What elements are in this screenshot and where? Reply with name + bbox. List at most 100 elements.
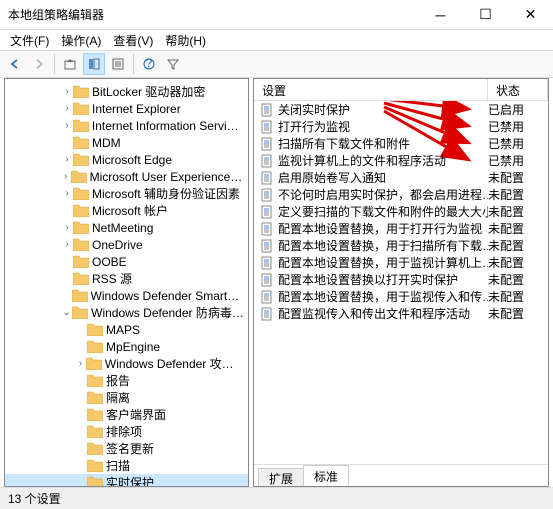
tree-item-label: 扫描 (106, 457, 130, 474)
tree-item[interactable]: › NetMeeting (5, 219, 248, 236)
tree-item[interactable]: MDM (5, 134, 248, 151)
tree-item[interactable]: MpEngine (5, 338, 248, 355)
expand-icon[interactable]: › (61, 120, 73, 131)
list-row[interactable]: 定义要扫描的下载文件和附件的最大大小…未配置 (254, 203, 548, 220)
folder-icon (87, 459, 103, 472)
menu-help[interactable]: 帮助(H) (161, 30, 210, 51)
tree-item[interactable]: 实时保护 (5, 474, 248, 486)
policy-item-icon (260, 273, 274, 287)
menu-file[interactable]: 文件(F) (6, 30, 53, 51)
tree-item[interactable]: MAPS (5, 321, 248, 338)
expand-icon[interactable]: › (75, 358, 86, 369)
setting-state: 未配置 (488, 254, 548, 271)
folder-icon (72, 289, 88, 302)
list-row[interactable]: 监视计算机上的文件和程序活动已禁用 (254, 152, 548, 169)
tree-item-label: 报告 (106, 372, 130, 389)
list-row[interactable]: 打开行为监视已禁用 (254, 118, 548, 135)
list-row[interactable]: 配置本地设置替换以打开实时保护未配置 (254, 271, 548, 288)
menu-view[interactable]: 查看(V) (109, 30, 157, 51)
collapse-icon[interactable]: ⌄ (61, 307, 72, 318)
setting-label: 配置本地设置替换，用于监视传入和传… (278, 288, 488, 305)
tab-standard[interactable]: 标准 (303, 465, 349, 487)
tree-item[interactable]: OOBE (5, 253, 248, 270)
settings-list[interactable]: 关闭实时保护已启用打开行为监视已禁用扫描所有下载文件和附件已禁用监视计算机上的文… (254, 101, 548, 464)
setting-state: 已禁用 (488, 152, 548, 169)
folder-icon (86, 357, 102, 370)
tree-item[interactable]: › Internet Explorer (5, 100, 248, 117)
column-setting[interactable]: 设置 (254, 79, 488, 100)
setting-label: 配置本地设置替换以打开实时保护 (278, 271, 458, 288)
toolbar-separator (133, 54, 134, 74)
policy-item-icon (260, 120, 274, 134)
policy-item-icon (260, 103, 274, 117)
tree-item-label: 排除项 (106, 423, 142, 440)
tree-item[interactable]: ›OneDrive (5, 236, 248, 253)
tree-pane: ›BitLocker 驱动器加密›Internet Explorer›Inter… (4, 78, 249, 487)
expand-icon[interactable]: › (61, 103, 73, 114)
help-button[interactable]: ? (138, 53, 160, 75)
tree-item[interactable]: 客户端界面 (5, 406, 248, 423)
tab-extended[interactable]: 扩展 (258, 468, 304, 487)
tree-item-label: Microsoft User Experience Virtualiza (90, 170, 244, 184)
folder-icon (87, 323, 103, 336)
tree-item-label: Microsoft 辅助身份验证因素 (92, 185, 240, 202)
menu-action[interactable]: 操作(A) (57, 30, 105, 51)
tree-item-label: RSS 源 (92, 270, 132, 287)
setting-label: 定义要扫描的下载文件和附件的最大大小… (278, 203, 488, 220)
folder-icon (73, 187, 89, 200)
properties-button[interactable] (107, 53, 129, 75)
expand-icon[interactable]: › (61, 86, 73, 97)
tree-item[interactable]: ›Internet Information Services (5, 117, 248, 134)
list-row[interactable]: 关闭实时保护已启用 (254, 101, 548, 118)
list-row[interactable]: 配置本地设置替换，用于监视传入和传…未配置 (254, 288, 548, 305)
filter-button[interactable] (162, 53, 184, 75)
list-header: 设置 状态 (254, 79, 548, 101)
tree-item-label: MDM (92, 136, 121, 150)
list-row[interactable]: 扫描所有下载文件和附件已禁用 (254, 135, 548, 152)
minimize-button[interactable]: ─ (418, 0, 463, 29)
tree-item[interactable]: 报告 (5, 372, 248, 389)
back-button[interactable] (4, 53, 26, 75)
tree-item[interactable]: › Microsoft 辅助身份验证因素 (5, 185, 248, 202)
menu-bar: 文件(F) 操作(A) 查看(V) 帮助(H) (0, 30, 553, 50)
policy-item-icon (260, 290, 274, 304)
tree-item[interactable]: Microsoft 帐户 (5, 202, 248, 219)
tree-item[interactable]: › Microsoft User Experience Virtualiza (5, 168, 248, 185)
tree-item-label: 客户端界面 (106, 406, 166, 423)
tree-item[interactable]: ›BitLocker 驱动器加密 (5, 83, 248, 100)
expand-icon[interactable]: › (61, 222, 73, 233)
setting-state: 未配置 (488, 203, 548, 220)
column-state[interactable]: 状态 (488, 79, 548, 100)
tree-item[interactable]: 排除项 (5, 423, 248, 440)
tree-item[interactable]: ›Microsoft Edge (5, 151, 248, 168)
status-text: 13 个设置 (8, 490, 61, 507)
list-row[interactable]: 配置本地设置替换，用于扫描所有下载…未配置 (254, 237, 548, 254)
maximize-button[interactable]: ☐ (463, 0, 508, 29)
list-row[interactable]: 启用原始卷写入通知未配置 (254, 169, 548, 186)
setting-state: 已禁用 (488, 118, 548, 135)
list-row[interactable]: 配置本地设置替换，用于打开行为监视未配置 (254, 220, 548, 237)
show-hide-tree-button[interactable] (83, 53, 105, 75)
tree-item[interactable]: 隔离 (5, 389, 248, 406)
expand-icon[interactable]: › (61, 154, 73, 165)
tree-item[interactable]: ⌄Windows Defender 防病毒程序 (5, 304, 248, 321)
close-button[interactable]: ✕ (508, 0, 553, 29)
tree-item[interactable]: ›Windows Defender 攻击防护 (5, 355, 248, 372)
list-row[interactable]: 不论何时启用实时保护，都会启用进程…未配置 (254, 186, 548, 203)
tree-item-label: Internet Explorer (92, 102, 181, 116)
expand-icon[interactable]: › (61, 239, 73, 250)
expand-icon[interactable]: › (61, 171, 71, 182)
forward-button[interactable] (28, 53, 50, 75)
tree-item[interactable]: 扫描 (5, 457, 248, 474)
list-row[interactable]: 配置监视传入和传出文件和程序活动未配置 (254, 305, 548, 322)
up-button[interactable] (59, 53, 81, 75)
tree-item[interactable]: 签名更新 (5, 440, 248, 457)
tree-item[interactable]: Windows Defender SmartScreen (5, 287, 248, 304)
tree-item[interactable]: RSS 源 (5, 270, 248, 287)
expand-icon[interactable]: › (61, 188, 73, 199)
setting-label: 启用原始卷写入通知 (278, 169, 386, 186)
folder-icon (87, 374, 103, 387)
tree-item-label: NetMeeting (92, 221, 153, 235)
policy-tree[interactable]: ›BitLocker 驱动器加密›Internet Explorer›Inter… (5, 79, 248, 486)
list-row[interactable]: 配置本地设置替换，用于监视计算机上…未配置 (254, 254, 548, 271)
